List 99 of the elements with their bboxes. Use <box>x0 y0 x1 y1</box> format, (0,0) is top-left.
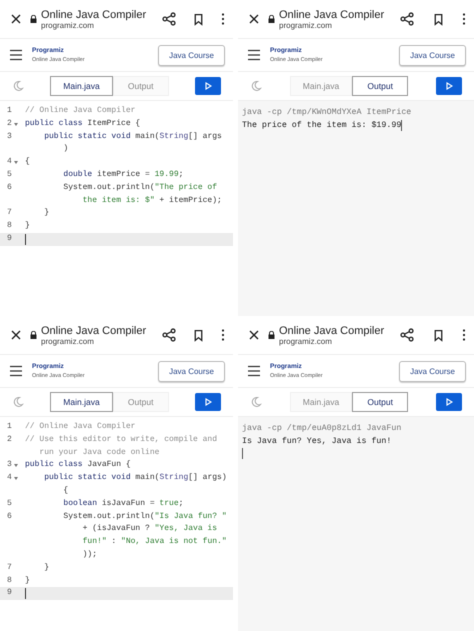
command-line: java -cp /tmp/euA0p8zLd1 JavaFun <box>242 423 402 435</box>
course-button[interactable]: Java Course <box>158 44 225 66</box>
code-line: System.out.println("Is Java fun? " <box>62 510 228 523</box>
code-line: { <box>62 484 70 497</box>
code-line: public static void main(String[] args <box>43 130 223 143</box>
lock-icon <box>30 15 37 23</box>
line-number: 5 <box>7 168 12 181</box>
file-tab[interactable]: Output <box>352 76 408 96</box>
line-number: 9 <box>7 587 12 600</box>
code-line: public static void main(String[] args) <box>43 472 228 484</box>
play-icon <box>446 398 452 406</box>
course-button[interactable]: Java Course <box>158 360 225 382</box>
line-number: 1 <box>7 105 12 117</box>
lock-icon <box>268 15 275 23</box>
more-icon[interactable] <box>221 329 226 341</box>
line-number: 7 <box>7 562 12 574</box>
play-icon <box>204 398 212 406</box>
play-icon <box>204 82 212 90</box>
share-icon[interactable] <box>400 12 414 26</box>
file-tab[interactable]: Main.java <box>50 76 113 96</box>
line-number: 4 <box>7 472 12 484</box>
more-icon[interactable] <box>221 13 226 25</box>
share-icon[interactable] <box>162 328 176 342</box>
menu-icon[interactable] <box>248 365 260 377</box>
line-number: 6 <box>7 182 12 194</box>
line-number: 2 <box>7 434 12 446</box>
text-cursor <box>25 234 26 245</box>
line-number: 2 <box>7 118 12 130</box>
menu-icon[interactable] <box>10 365 22 377</box>
bookmark-icon[interactable] <box>432 328 445 342</box>
close-icon[interactable] <box>248 13 260 25</box>
page-url: programiz.com <box>279 336 333 346</box>
code-line: } <box>43 562 50 574</box>
code-line: boolean isJavaFun = true; <box>62 498 184 510</box>
line-number: 5 <box>7 498 12 510</box>
page-url: programiz.com <box>279 20 333 30</box>
bookmark-icon[interactable] <box>432 12 445 26</box>
play-icon <box>446 82 452 90</box>
text-cursor <box>25 588 26 600</box>
code-line: System.out.println("The price of <box>62 182 218 194</box>
share-icon[interactable] <box>400 328 414 342</box>
close-icon[interactable] <box>10 13 22 25</box>
lock-icon <box>268 331 275 339</box>
page-title: Online Java Compiler <box>41 8 146 20</box>
line-number: 4 <box>7 156 12 168</box>
line-number: 8 <box>7 220 12 232</box>
file-tab[interactable]: Main.java <box>50 392 113 412</box>
code-line: ) <box>62 143 70 156</box>
fold-icon[interactable] <box>14 477 18 480</box>
code-line: } <box>43 207 50 220</box>
run-button[interactable] <box>436 77 462 95</box>
page-title: Online Java Compiler <box>41 324 146 336</box>
page-url: programiz.com <box>41 336 95 346</box>
run-button[interactable] <box>195 393 221 411</box>
code-line: { <box>25 156 31 168</box>
run-button[interactable] <box>195 77 221 95</box>
output-text: Is Java fun? Yes, Java is fun! <box>242 436 392 448</box>
code-line: )); <box>82 548 98 561</box>
share-icon[interactable] <box>162 12 176 26</box>
code-line: // Online Java Compiler <box>25 421 136 433</box>
more-icon[interactable] <box>462 13 466 25</box>
bookmark-icon[interactable] <box>192 328 206 342</box>
fold-icon[interactable] <box>14 464 18 468</box>
code-line: + (isJavaFun ? "Yes, Java is <box>82 523 218 536</box>
page-title: Online Java Compiler <box>279 8 384 20</box>
code-line: // Use this editor to write, compile and <box>25 434 218 446</box>
code-line: } <box>25 220 31 232</box>
page-title: Online Java Compiler <box>279 324 384 336</box>
code-line: fun!" : "No, Java is not fun." <box>82 536 228 548</box>
close-icon[interactable] <box>248 329 260 341</box>
course-button[interactable]: Java Course <box>399 360 466 382</box>
code-line: // Online Java Compiler <box>25 105 136 117</box>
line-number: 3 <box>7 459 12 472</box>
page-url: programiz.com <box>41 20 95 30</box>
bookmark-icon[interactable] <box>192 12 206 26</box>
output-text: The price of the item is: $19.99 <box>242 120 402 132</box>
close-icon[interactable] <box>10 329 22 341</box>
more-icon[interactable] <box>462 329 466 341</box>
code-line: public class ItemPrice { <box>25 118 142 130</box>
code-line: run your Java code online <box>38 446 160 459</box>
line-number: 1 <box>7 421 12 433</box>
course-button[interactable]: Java Course <box>399 44 466 66</box>
command-line: java -cp /tmp/KWnOMdYXeA ItemPrice <box>242 107 412 119</box>
code-line: double itemPrice = 19.99; <box>62 168 184 181</box>
line-number: 3 <box>7 130 12 143</box>
line-number: 8 <box>7 574 12 587</box>
line-number: 6 <box>7 510 12 523</box>
code-line: the item is: $" + itemPrice); <box>82 194 223 207</box>
fold-icon[interactable] <box>14 161 18 164</box>
file-tab[interactable]: Output <box>352 392 408 412</box>
fold-icon[interactable] <box>14 122 18 126</box>
run-button[interactable] <box>436 393 462 411</box>
line-number: 7 <box>7 207 12 220</box>
lock-icon <box>30 331 37 339</box>
menu-icon[interactable] <box>10 49 22 61</box>
menu-icon[interactable] <box>248 49 260 61</box>
line-number: 9 <box>7 232 12 245</box>
code-line: public class JavaFun { <box>25 459 132 472</box>
code-line: } <box>25 574 31 587</box>
